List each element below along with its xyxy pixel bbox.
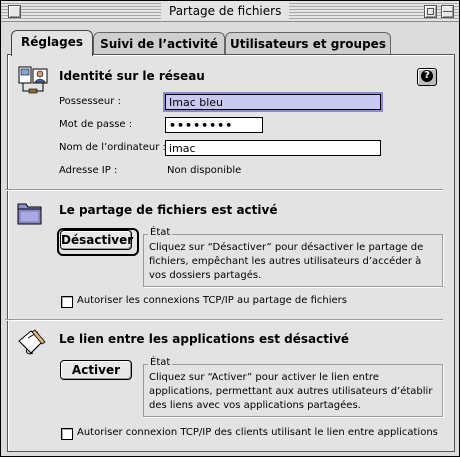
close-box[interactable] (8, 5, 21, 18)
file-sharing-status-box: État Cliquez sur “Désactiver” pour désac… (143, 227, 443, 287)
program-linking-status-text: Cliquez sur “Activer” pour activer le li… (149, 372, 433, 411)
help-icon: ? (421, 70, 433, 82)
computer-name-field[interactable]: imac (165, 140, 381, 156)
file-sharing-heading: Le partage de fichiers est activé (59, 203, 278, 217)
file-sharing-status-text: Cliquez sur “Désactiver” pour désactiver… (149, 242, 424, 281)
password-field[interactable]: •••••••• (165, 117, 263, 133)
identity-heading: Identité sur le réseau (59, 69, 205, 83)
zoom-box[interactable] (424, 5, 437, 18)
activate-program-linking-button[interactable]: Activer (60, 360, 132, 380)
program-linking-icon (18, 329, 46, 355)
tab-reglages[interactable]: Réglages (11, 30, 93, 56)
deactivate-file-sharing-button[interactable]: Désactiver (60, 230, 133, 250)
password-label: Mot de passe : (59, 119, 133, 130)
program-linking-status-box: État Cliquez sur “Activer” pour activer … (143, 357, 443, 417)
owner-label: Possesseur : (59, 96, 121, 107)
collapse-box[interactable] (441, 5, 454, 18)
owner-name-field[interactable]: Imac bleu (163, 92, 383, 112)
section-divider (5, 319, 443, 321)
tab-suivi-activite[interactable]: Suivi de l’activité (93, 32, 225, 55)
program-linking-tcp-checkbox[interactable] (61, 428, 73, 440)
title-bar[interactable]: Partage de fichiers (1, 1, 459, 22)
shared-folder-icon (17, 203, 42, 225)
file-sharing-tcp-label[interactable]: Autoriser les connexions TCP/IP au parta… (77, 295, 347, 306)
ip-address-label: Adresse IP : (59, 165, 118, 176)
status-legend: État (148, 227, 173, 238)
computer-name-label: Nom de l’ordinateur : (59, 142, 166, 153)
section-divider (5, 189, 443, 191)
tab-utilisateurs-groupes[interactable]: Utilisateurs et groupes (225, 32, 391, 55)
help-button[interactable]: ? (417, 68, 437, 86)
file-sharing-window: Partage de fichiers Réglages Suivi de l’… (0, 0, 460, 457)
program-linking-heading: Le lien entre les applications est désac… (59, 332, 350, 346)
program-linking-tcp-label[interactable]: Autoriser connexion TCP/IP des clients u… (77, 427, 438, 438)
network-identity-icon (18, 66, 48, 94)
status-legend: État (148, 357, 173, 368)
file-sharing-tcp-checkbox[interactable] (61, 296, 73, 308)
window-title: Partage de fichiers (161, 3, 290, 19)
ip-address-value: Non disponible (167, 165, 242, 176)
